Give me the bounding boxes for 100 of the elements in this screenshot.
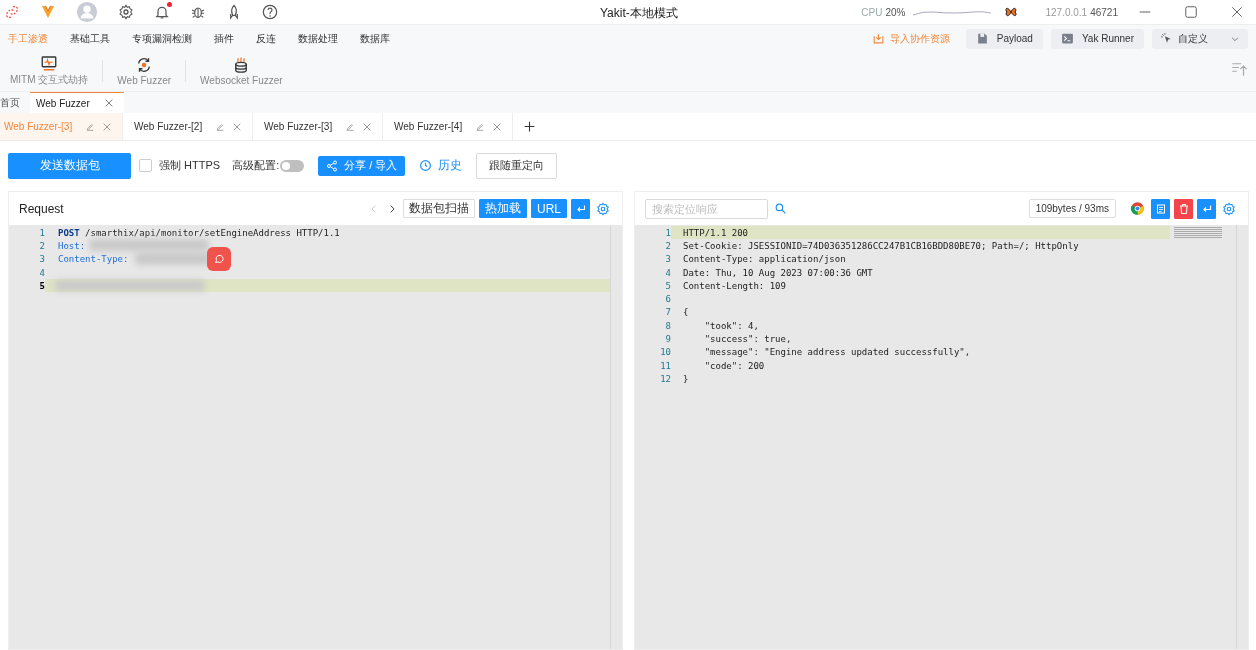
close-icon[interactable] [362,121,373,132]
sort-icon[interactable] [1230,60,1248,78]
logo-icon[interactable] [40,4,56,20]
tool-button[interactable]: Web Fuzzer [113,55,176,86]
bell-icon[interactable] [154,4,170,20]
wrap-button[interactable] [1197,198,1216,219]
cpu-value: 20% [885,6,906,18]
line-number: 5 [664,280,671,291]
avatar-icon[interactable] [76,1,98,23]
search-icon[interactable] [774,202,787,215]
checkbox[interactable] [139,159,152,172]
settings-icon[interactable] [118,4,134,20]
menu-item[interactable]: 反连 [256,31,276,46]
line-number: 4 [38,267,45,278]
line-number: 11 [659,360,671,371]
line-number: 3 [38,254,45,265]
payload-button[interactable]: Payload [965,28,1043,49]
menu-item[interactable]: 专项漏洞检测 [132,31,192,46]
code-text: POST [58,227,80,238]
close-icon[interactable] [1230,5,1244,19]
code-text: /smarthix/api/monitor/setEngineAddress HTTP/1.1 [84,227,340,238]
yak-runner-button[interactable]: Yak Runner [1050,28,1144,49]
tool-button[interactable]: Websocket Fuzzer [196,55,287,86]
share-icon [326,159,339,172]
cpu-label: CPU [861,6,883,18]
close-icon[interactable] [102,121,113,132]
line-number: 4 [664,267,671,278]
clock-icon [419,159,433,172]
maximize-icon[interactable] [1184,5,1198,19]
link-icon[interactable] [4,4,20,20]
code-line: Set-Cookie: JSESSIONID=74D036351286CC247B1CB16BDD80BE70; Path=/; HttpOnly [682,239,1080,253]
close-icon[interactable] [103,98,114,108]
code-line: } [682,372,690,386]
pencil-icon[interactable] [475,121,486,132]
panel-title: Request [19,201,64,216]
code-line: "message": "Engine address updated successfully", [703,346,972,359]
code-text: Host: [58,240,86,251]
code-line: "success": true, [703,333,793,346]
download-icon [871,32,885,45]
pencil-icon[interactable] [345,121,356,132]
chat-icon [213,253,225,265]
document-button[interactable] [1151,198,1170,219]
browser-icon[interactable] [1130,201,1145,216]
host-address: 127.0.0.1 [1045,6,1088,18]
line-number: 7 [664,307,671,318]
line-number: 6 [664,294,671,305]
menu-item[interactable]: 数据库 [360,31,390,46]
code-line: { [682,306,690,320]
monitor-icon [40,54,59,72]
fuzzer-tab[interactable]: Web Fuzzer-[4] [383,113,513,140]
pencil-icon[interactable] [85,121,96,132]
checkbox-label: 强制 HTTPS [159,158,221,173]
redirect-button[interactable]: 跟随重定向 [476,152,558,179]
search-field[interactable]: 搜索定位响应 [645,198,768,219]
close-icon[interactable] [492,121,503,132]
delete-button[interactable] [1174,198,1193,219]
line-number: 10 [659,347,671,358]
menu-item[interactable]: 插件 [214,31,234,46]
line-number: 2 [664,240,671,251]
line-number: 9 [664,334,671,344]
menu-item[interactable]: 数据处理 [298,31,338,46]
tool-button[interactable]: MITM 交互式劫持 [6,54,93,87]
code-line: "code": 200 [703,359,766,373]
toggle-switch[interactable] [280,159,305,172]
menu-item[interactable]: 基础工具 [70,31,110,46]
toggle-label: 高级配置: [232,158,280,173]
trash-icon [1177,202,1190,215]
line-number: 8 [664,320,671,331]
settings-icon[interactable] [1222,201,1236,216]
wrap-button[interactable] [571,198,590,219]
code-line: Date: Thu, 10 Aug 2023 07:00:36 GMT [682,266,874,280]
bug-icon[interactable] [190,4,206,20]
code-line: Content-Length: 109 [682,279,787,293]
custom-dropdown[interactable]: 自定义 [1152,28,1248,49]
line-number: 1 [38,227,45,238]
code-text: Content-Type: [58,254,129,265]
line-number: 3 [664,254,671,265]
settings-icon[interactable] [596,201,610,216]
code-line: "took": 4, [703,319,760,333]
response-stats: 109bytes / 93ms [1028,199,1116,218]
window-title: Yakit-本地模式 [600,5,678,22]
terminal-icon [1060,32,1074,45]
code-line: Content-Type: application/json [682,253,847,266]
assistant-button[interactable] [207,247,231,271]
pencil-icon[interactable] [215,121,226,132]
close-icon[interactable] [232,121,243,132]
line-number: 12 [659,373,671,384]
help-icon[interactable] [262,4,278,20]
document-icon [1154,202,1167,215]
toolbar-button[interactable]: 数据包扫描 [403,199,475,218]
save-icon [975,32,989,45]
plus-icon [523,120,536,133]
fuzzer-tab[interactable]: Web Fuzzer-[3] [253,113,383,140]
page-tab[interactable]: 首页 [0,92,30,113]
port-number: 46721 [1090,6,1118,18]
line-number: 1 [664,227,671,238]
page-tab[interactable]: Web Fuzzer [30,92,124,113]
fuzzer-tab[interactable]: Web Fuzzer-[2] [123,113,253,140]
minimap[interactable] [1174,226,1222,238]
line-number: 2 [38,240,45,251]
